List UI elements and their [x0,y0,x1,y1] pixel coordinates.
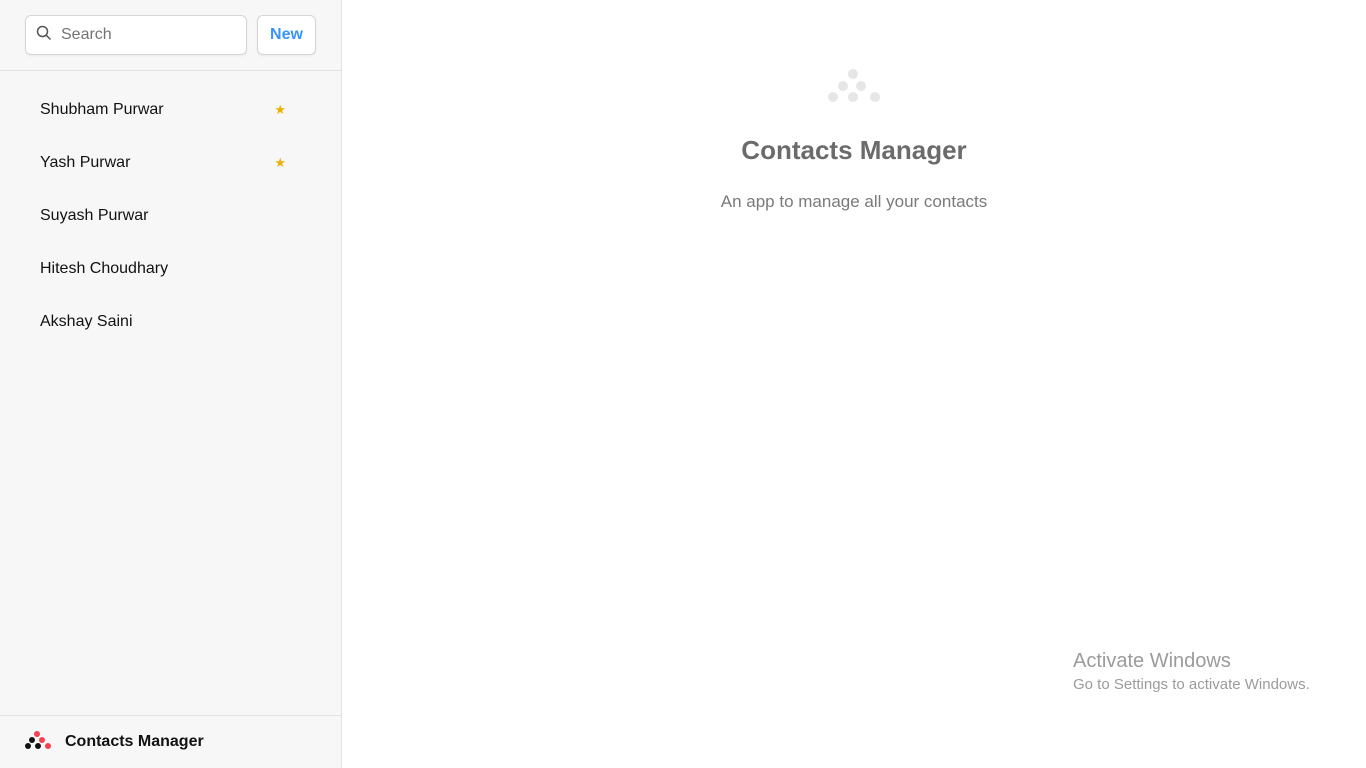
search-icon [36,25,52,46]
app-logo-icon [827,68,881,109]
app-root: New Shubham Purwar ★ Yash Purwar ★ Suyash Pu… [0,0,1366,768]
watermark-subtitle: Go to Settings to activate Windows. [1073,676,1310,693]
contact-item[interactable]: Akshay Saini [15,295,326,348]
contact-name: Shubham Purwar [40,100,164,118]
search-box[interactable] [25,15,247,55]
welcome-panel: Contacts Manager An app to manage all yo… [342,68,1366,212]
favorite-star-icon: ★ [274,101,286,117]
sidebar-footer: Contacts Manager [0,715,341,768]
app-logo-icon [25,730,51,754]
contact-item[interactable]: Hitesh Choudhary [15,242,326,295]
favorite-star-icon: ★ [274,154,286,170]
footer-app-title: Contacts Manager [65,733,204,750]
welcome-title: Contacts Manager [741,135,967,165]
welcome-subtitle: An app to manage all your contacts [720,192,988,211]
contact-item[interactable]: Shubham Purwar ★ [15,83,326,136]
contact-name: Akshay Saini [40,312,133,330]
contact-name: Suyash Purwar [40,206,149,224]
sidebar: New Shubham Purwar ★ Yash Purwar ★ Suyash Pu… [0,0,342,768]
new-contact-button[interactable]: New [257,15,316,55]
watermark-title: Activate Windows [1073,650,1231,672]
contact-list: Shubham Purwar ★ Yash Purwar ★ Suyash Purwar… [0,71,341,715]
search-input[interactable] [61,26,231,44]
contact-name: Hitesh Choudhary [40,259,169,277]
contact-name: Yash Purwar [40,153,131,171]
main-content: Contacts Manager An app to manage all yo… [342,0,1366,768]
windows-activation-watermark: Activate Windows Go to Settings to activ… [1073,650,1310,693]
contact-item[interactable]: Yash Purwar ★ [15,136,326,189]
sidebar-header: New [0,0,341,71]
contact-item[interactable]: Suyash Purwar [15,189,326,242]
